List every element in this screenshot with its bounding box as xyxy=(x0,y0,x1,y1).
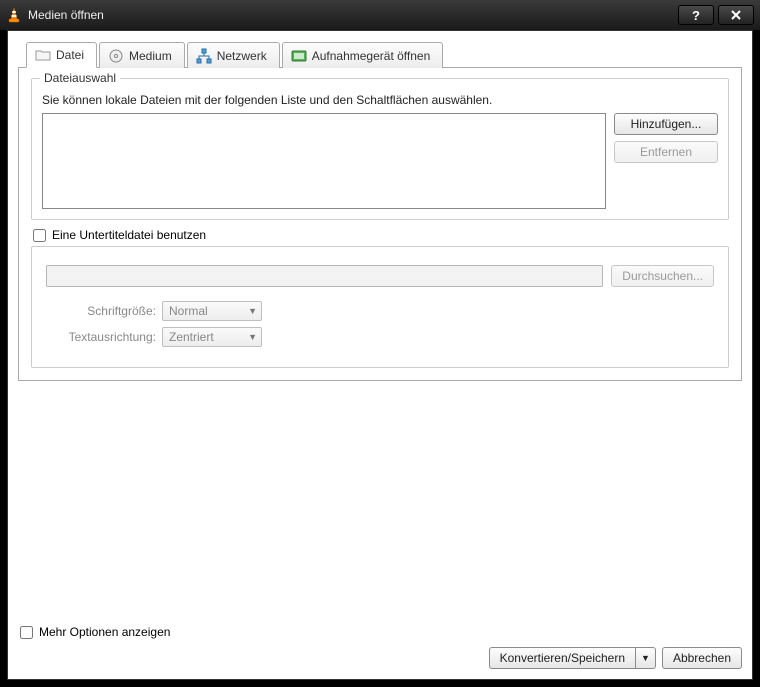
network-icon xyxy=(196,48,212,64)
alignment-row: Textausrichtung: Zentriert ▼ xyxy=(46,327,714,347)
window-controls: ? xyxy=(674,5,754,25)
file-selection-help: Sie können lokale Dateien mit der folgen… xyxy=(42,93,718,107)
more-options-label: Mehr Optionen anzeigen xyxy=(39,625,170,639)
alignment-label: Textausrichtung: xyxy=(46,330,156,344)
chevron-down-icon: ▼ xyxy=(248,306,257,316)
close-button[interactable] xyxy=(718,5,754,25)
browse-button[interactable]: Durchsuchen... xyxy=(611,265,714,287)
convert-button[interactable]: Konvertieren/Speichern xyxy=(489,647,635,669)
font-size-row: Schriftgröße: Normal ▼ xyxy=(46,301,714,321)
convert-dropdown-button[interactable]: ▼ xyxy=(635,647,656,669)
tab-file-label: Datei xyxy=(56,48,84,62)
dialog-footer: Mehr Optionen anzeigen Konvertieren/Spei… xyxy=(18,617,742,669)
file-row: Hinzufügen... Entfernen xyxy=(42,113,718,209)
convert-split-button: Konvertieren/Speichern ▼ xyxy=(489,647,656,669)
vlc-icon xyxy=(6,7,22,23)
help-button[interactable]: ? xyxy=(678,5,714,25)
font-size-combo[interactable]: Normal ▼ xyxy=(162,301,262,321)
subtitle-group: Durchsuchen... Schriftgröße: Normal ▼ Te… xyxy=(31,246,729,368)
remove-button[interactable]: Entfernen xyxy=(614,141,718,163)
alignment-combo[interactable]: Zentriert ▼ xyxy=(162,327,262,347)
tab-capture[interactable]: Aufnahmegerät öffnen xyxy=(282,42,444,68)
font-size-value: Normal xyxy=(169,304,208,318)
capture-icon xyxy=(291,48,307,64)
subtitle-checkbox-label: Eine Untertiteldatei benutzen xyxy=(52,228,206,242)
tab-capture-label: Aufnahmegerät öffnen xyxy=(312,49,431,63)
subtitle-checkbox[interactable] xyxy=(33,229,46,242)
tab-network[interactable]: Netzwerk xyxy=(187,42,280,68)
font-size-label: Schriftgröße: xyxy=(46,304,156,318)
dialog-window: Medien öffnen ? Datei Medium xyxy=(0,0,760,687)
subtitle-path-input[interactable] xyxy=(46,265,603,287)
cancel-button[interactable]: Abbrechen xyxy=(662,647,742,669)
file-list[interactable] xyxy=(42,113,606,209)
footer-buttons: Konvertieren/Speichern ▼ Abbrechen xyxy=(18,647,742,669)
file-selection-group: Dateiauswahl Sie können lokale Dateien m… xyxy=(31,78,729,220)
alignment-value: Zentriert xyxy=(169,330,214,344)
file-selection-legend: Dateiauswahl xyxy=(40,71,120,85)
tab-file[interactable]: Datei xyxy=(26,42,97,68)
dialog-client: Datei Medium Netzwerk Aufnahmegerät öffn… xyxy=(7,30,753,680)
folder-icon xyxy=(35,47,51,63)
tab-network-label: Netzwerk xyxy=(217,49,267,63)
window-title: Medien öffnen xyxy=(28,8,674,22)
file-buttons: Hinzufügen... Entfernen xyxy=(614,113,718,209)
more-options-checkbox[interactable] xyxy=(20,626,33,639)
tab-bar: Datei Medium Netzwerk Aufnahmegerät öffn… xyxy=(26,41,742,67)
disc-icon xyxy=(108,48,124,64)
tab-disc[interactable]: Medium xyxy=(99,42,185,68)
chevron-down-icon: ▼ xyxy=(248,332,257,342)
subtitle-checkbox-row: Eine Untertiteldatei benutzen xyxy=(33,228,729,242)
titlebar: Medien öffnen ? xyxy=(0,0,760,30)
tab-disc-label: Medium xyxy=(129,49,172,63)
add-button[interactable]: Hinzufügen... xyxy=(614,113,718,135)
subtitle-path-row: Durchsuchen... xyxy=(46,265,714,287)
tab-panel-file: Dateiauswahl Sie können lokale Dateien m… xyxy=(18,67,742,381)
more-options-row: Mehr Optionen anzeigen xyxy=(20,625,742,639)
